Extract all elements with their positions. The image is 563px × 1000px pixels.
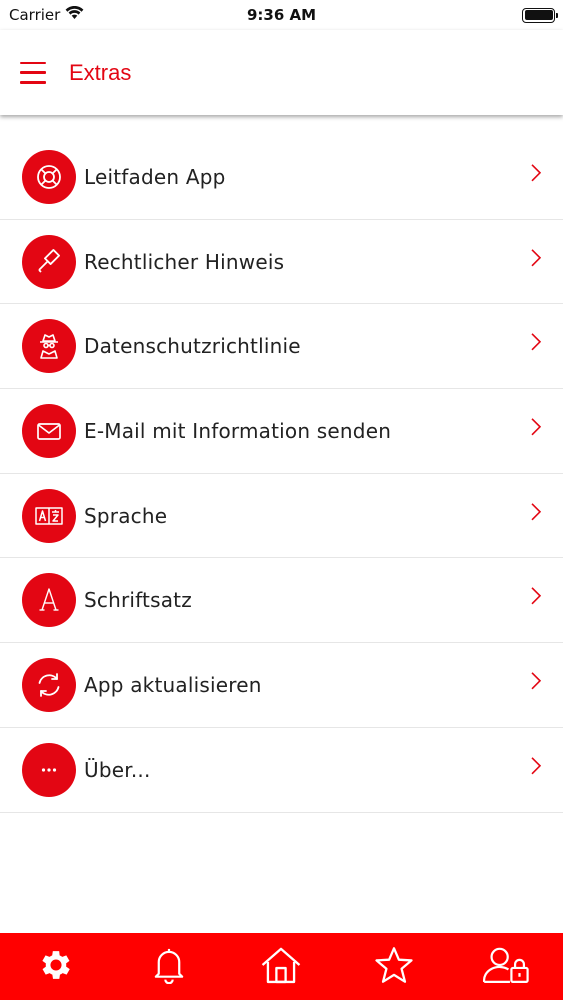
settings-tab[interactable] [26,937,86,997]
menu-item-label: App aktualisieren [84,672,262,697]
lifebuoy-icon [22,149,76,204]
user-lock-icon [482,945,532,989]
chevron-right-icon [531,248,542,270]
envelope-icon [22,403,76,458]
chevron-right-icon [531,587,542,609]
menu-item-label: Sprache [84,503,168,528]
menu-item-label: E-Mail mit Information senden [84,418,392,443]
refresh-icon [22,657,76,712]
star-icon [374,946,414,988]
favorites-tab[interactable] [364,937,424,997]
menu-item-schriftsatz[interactable]: Schriftsatz [0,558,563,644]
menu-item-label: Schriftsatz [84,588,192,613]
status-time: 9:36 AM [246,6,317,24]
battery-icon [522,7,558,23]
font-icon [22,573,76,628]
menu-item-rechtlicher-hinweis[interactable]: Rechtlicher Hinweis [0,220,563,305]
home-icon [261,946,301,988]
spy-icon [22,319,76,374]
menu-item-label: Leitfaden App [84,164,226,189]
bottom-tab-bar [0,933,563,1000]
hamburger-menu-icon[interactable] [20,61,46,84]
menu-item-datenschutzrichtlinie[interactable]: Datenschutzrichtlinie [0,304,563,390]
carrier-label: Carrier [9,6,61,24]
menu-item-email-information[interactable]: E-Mail mit Information senden [0,389,563,474]
account-lock-tab[interactable] [477,937,537,997]
chevron-right-icon [531,756,542,778]
menu-item-label: Datenschutzrichtlinie [84,334,301,359]
home-tab[interactable] [251,937,311,997]
navigation-bar: Extras [0,30,563,115]
chevron-right-icon [531,164,542,186]
chevron-right-icon [531,672,542,694]
menu-item-ueber[interactable]: Über... [0,728,563,813]
menu-item-app-aktualisieren[interactable]: App aktualisieren [0,643,563,728]
menu-item-label: Über... [84,757,151,782]
wifi-icon [65,5,84,24]
status-left: Carrier [9,5,84,24]
page-title: Extras [69,59,132,85]
chevron-right-icon [531,502,542,524]
menu-item-label: Rechtlicher Hinweis [84,249,285,274]
gavel-icon [22,234,76,289]
bell-icon [151,946,187,988]
battery-level [524,10,553,20]
chevron-right-icon [531,333,542,355]
extras-menu-list: Leitfaden App Rechtlicher Hinweis Datens… [0,135,563,813]
menu-item-leitfaden-app[interactable]: Leitfaden App [0,135,563,220]
more-dots-icon [22,742,76,797]
translate-icon [22,488,76,543]
menu-item-sprache[interactable]: Sprache [0,474,563,559]
notifications-tab[interactable] [139,937,199,997]
status-bar: Carrier 9:36 AM [0,0,563,30]
chevron-right-icon [531,418,542,440]
gear-icon [37,946,75,988]
